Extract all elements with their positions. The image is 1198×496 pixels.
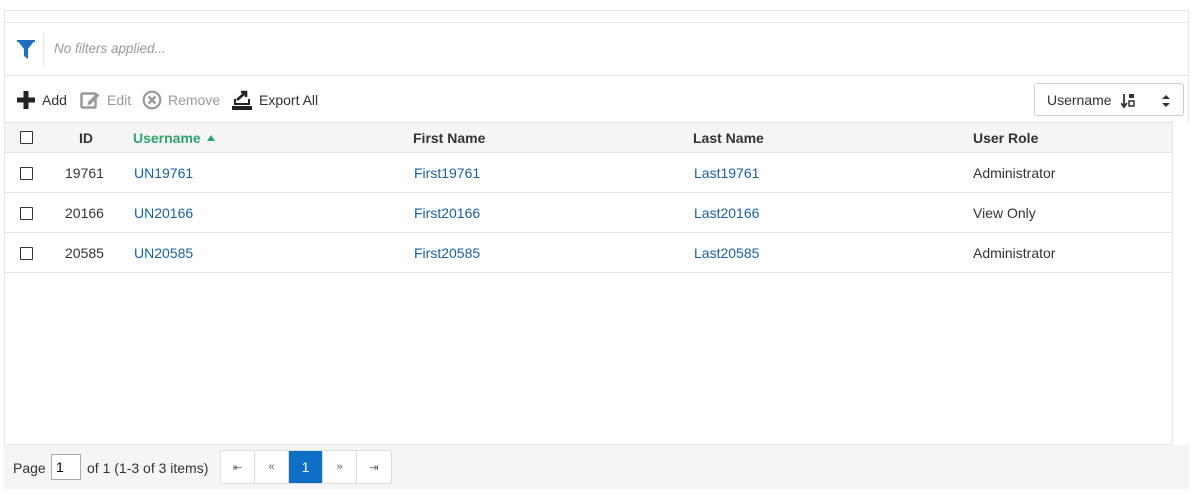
column-header-username[interactable]: Username [133, 130, 215, 146]
sort-select-value: Username [1047, 92, 1112, 108]
select-all-checkbox[interactable] [20, 131, 33, 144]
filter-separator [43, 33, 44, 66]
edit-button[interactable]: Edit [80, 89, 131, 111]
cell-username-link[interactable]: UN20585 [134, 245, 193, 261]
remove-circle-icon [142, 90, 162, 110]
add-button-label: Add [42, 92, 67, 108]
column-header-username-label: Username [133, 130, 201, 146]
sort-field-select[interactable]: Username [1034, 83, 1184, 116]
cell-username-link[interactable]: UN20166 [134, 205, 193, 221]
filter-icon[interactable] [16, 39, 36, 61]
page-label: Page [13, 460, 46, 476]
first-page-button[interactable]: ⇤ [221, 451, 255, 483]
cell-first-name-link[interactable]: First19761 [414, 165, 480, 181]
select-arrows-icon [1162, 95, 1170, 107]
edit-icon [80, 92, 100, 109]
filter-status-text: No filters applied... [54, 41, 166, 56]
export-button-label: Export All [259, 92, 319, 108]
export-icon [232, 90, 252, 110]
remove-button[interactable]: Remove [142, 89, 220, 111]
edit-button-label: Edit [107, 92, 132, 108]
grid-toolbar: Add Edit Remove Export All Username [4, 77, 1189, 122]
panel-top-strip [4, 11, 1189, 23]
previous-page-button[interactable]: « [255, 451, 289, 483]
row-checkbox[interactable] [20, 207, 33, 220]
cell-last-name-link[interactable]: Last20166 [694, 205, 759, 221]
cell-first-name-link[interactable]: First20585 [414, 245, 480, 261]
cell-id: 19761 [65, 165, 104, 181]
page-summary: of 1 (1-3 of 3 items) [87, 460, 209, 476]
sort-ascending-icon [1121, 94, 1135, 109]
cell-last-name-link[interactable]: Last19761 [694, 165, 759, 181]
plus-icon [17, 91, 35, 109]
sort-up-caret-icon [206, 135, 215, 141]
cell-user-role: View Only [973, 205, 1036, 221]
table-header-row: ID Username First Name Last Name User Ro… [5, 122, 1172, 153]
cell-id: 20166 [65, 205, 104, 221]
cell-user-role: Administrator [973, 165, 1056, 181]
row-checkbox[interactable] [20, 247, 33, 260]
last-page-button[interactable]: ⇥ [357, 451, 391, 483]
cell-first-name-link[interactable]: First20166 [414, 205, 480, 221]
filter-bar: No filters applied... [4, 23, 1189, 76]
remove-button-label: Remove [168, 92, 221, 108]
table-row[interactable]: 19761 UN19761 First19761 Last19761 Admin… [5, 153, 1172, 193]
page-number-input[interactable] [51, 454, 81, 480]
column-header-first-name[interactable]: First Name [413, 130, 485, 146]
pagination-buttons: ⇤ « 1 » ⇥ [220, 450, 392, 484]
add-button[interactable]: Add [16, 89, 67, 111]
export-all-button[interactable]: Export All [231, 89, 318, 111]
column-header-user-role[interactable]: User Role [973, 130, 1038, 146]
column-header-id[interactable]: ID [79, 130, 93, 146]
cell-username-link[interactable]: UN19761 [134, 165, 193, 181]
table-row[interactable]: 20585 UN20585 First20585 Last20585 Admin… [5, 233, 1172, 273]
users-table: ID Username First Name Last Name User Ro… [4, 122, 1173, 445]
column-header-last-name[interactable]: Last Name [693, 130, 764, 146]
user-grid-panel: No filters applied... Add Edit Remove Ex… [4, 10, 1189, 489]
current-page-button[interactable]: 1 [289, 451, 323, 483]
next-page-button[interactable]: » [323, 451, 357, 483]
cell-last-name-link[interactable]: Last20585 [694, 245, 759, 261]
row-checkbox[interactable] [20, 167, 33, 180]
table-row[interactable]: 20166 UN20166 First20166 Last20166 View … [5, 193, 1172, 233]
pagination-bar: Page of 1 (1-3 of 3 items) ⇤ « 1 » ⇥ [4, 445, 1189, 489]
cell-user-role: Administrator [973, 245, 1056, 261]
cell-id: 20585 [65, 245, 104, 261]
